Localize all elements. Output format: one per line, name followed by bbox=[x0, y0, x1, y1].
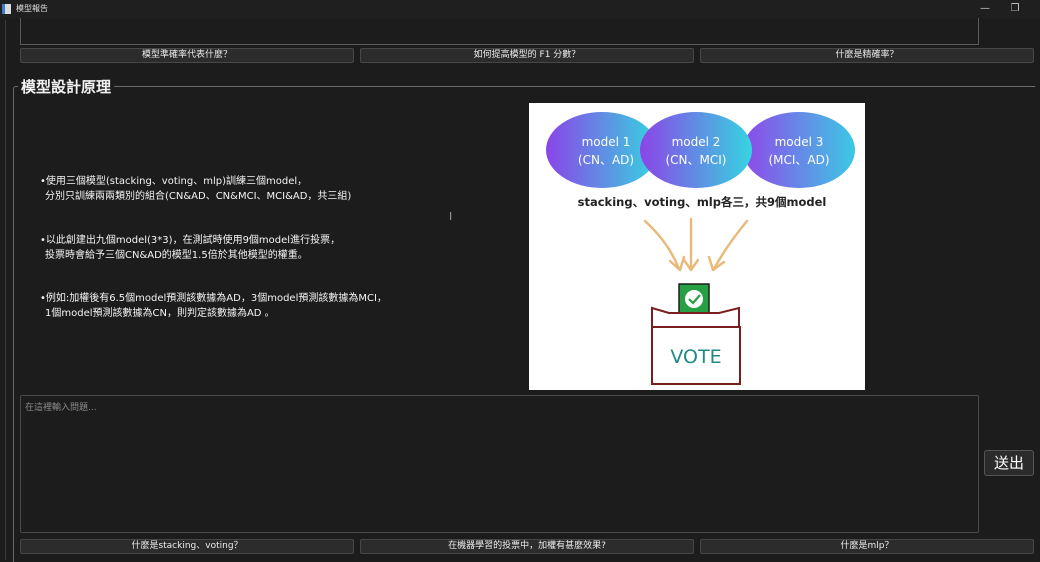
send-button[interactable]: 送出 bbox=[984, 450, 1034, 476]
bullet-line: •例如:加權後有6.5個model預測該數據為AD，3個model預測該數據為M… bbox=[40, 293, 387, 304]
suggested-question-button-accuracy[interactable]: 模型準確率代表什麼？ bbox=[20, 48, 354, 63]
title-bar: 模型報告 — ❐ bbox=[0, 0, 1040, 18]
bullet-item: •使用三個模型(stacking、voting、mlp)訓練三個model， 分… bbox=[40, 174, 351, 204]
bullet-item: •以此創建出九個model(3*3)，在測試時使用9個model進行投票， 投票… bbox=[40, 233, 340, 263]
suggested-question-button-weighting[interactable]: 在機器學習的投票中，加權有甚麼效果? bbox=[360, 539, 694, 554]
voting-diagram-image: model 1 (CN、AD) model 2 (CN、MCI) model 3… bbox=[529, 103, 865, 390]
answer-text-area[interactable] bbox=[20, 18, 979, 45]
bullet-line: •以此創建出九個model(3*3)，在測試時使用9個model進行投票， bbox=[40, 235, 341, 246]
suggested-question-button-mlp[interactable]: 什麼是mlp？ bbox=[700, 539, 1034, 554]
bullet-line: 投票時會給予三個CN&AD的模型1.5倍於其他模型的權重。 bbox=[45, 250, 308, 261]
arrows-icon bbox=[643, 217, 749, 272]
model-name: model 2 bbox=[672, 135, 721, 149]
section-title: 模型設計原理 bbox=[18, 76, 115, 97]
diagram-svg: model 1 (CN、AD) model 2 (CN、MCI) model 3… bbox=[546, 112, 855, 385]
app-icon bbox=[2, 4, 11, 14]
bullet-line: 分別只訓練兩兩類別的組合(CN&AD、CN&MCI、MCI&AD，共三組) bbox=[45, 191, 352, 202]
model-name: model 3 bbox=[775, 135, 824, 149]
left-scroll-edge bbox=[2, 20, 6, 560]
bullet-line: •使用三個模型(stacking、voting、mlp)訓練三個model， bbox=[40, 176, 308, 187]
suggested-question-button-f1[interactable]: 如何提高模型的 F1 分數？ bbox=[360, 48, 694, 63]
model-name: model 1 bbox=[582, 135, 631, 149]
model-classes: (CN、MCI) bbox=[666, 153, 727, 167]
model-classes: (MCI、AD) bbox=[768, 153, 829, 167]
model-ellipse bbox=[640, 112, 752, 188]
window-title: 模型報告 bbox=[16, 4, 48, 13]
maximize-button[interactable]: ❐ bbox=[1008, 2, 1022, 16]
text-cursor-icon: I bbox=[449, 210, 453, 223]
model-ellipse bbox=[743, 112, 855, 188]
diagram-caption: stacking、voting、mlp各三，共9個model bbox=[578, 195, 827, 209]
bullet-line: 1個model預測該數據為CN，則判定該數據為AD 。 bbox=[45, 308, 275, 319]
suggested-question-button-precision[interactable]: 什麼是精確率？ bbox=[700, 48, 1034, 63]
bullet-item: •例如:加權後有6.5個model預測該數據為AD，3個model預測該數據為M… bbox=[40, 291, 387, 321]
suggested-question-button-stacking[interactable]: 什麼是stacking、voting？ bbox=[20, 539, 354, 554]
model-classes: (CN、AD) bbox=[578, 153, 634, 167]
vote-label: VOTE bbox=[670, 346, 721, 368]
minimize-button[interactable]: — bbox=[978, 2, 992, 16]
ballot-box-icon bbox=[651, 283, 741, 385]
question-input[interactable] bbox=[20, 395, 979, 533]
